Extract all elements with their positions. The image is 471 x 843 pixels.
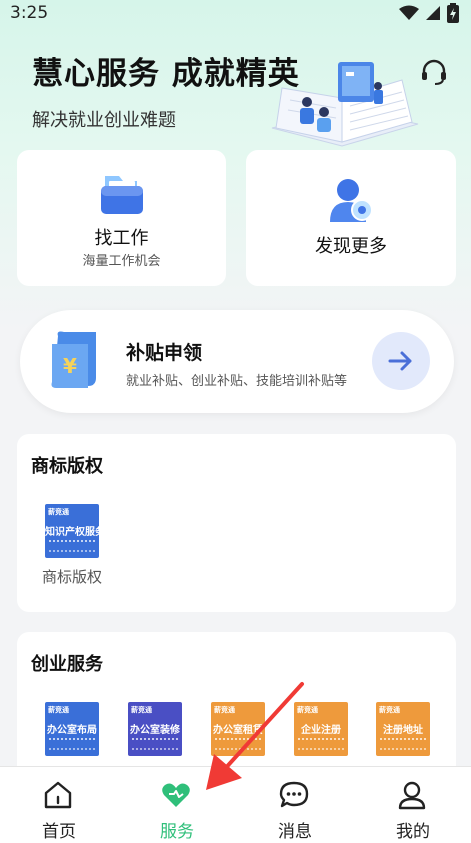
find-job-card[interactable]: 找工作 海量工作机会 bbox=[17, 150, 226, 286]
user-icon bbox=[398, 781, 426, 810]
tab-home-label: 首页 bbox=[42, 822, 76, 842]
chat-icon bbox=[279, 781, 309, 808]
trademark-section: 商标版权 薪竞通 知识产权服务 商标版权 bbox=[17, 434, 456, 612]
ip-service-thumbnail[interactable]: 薪竞通 知识产权服务 bbox=[45, 504, 99, 558]
status-time: 3:25 bbox=[10, 3, 49, 23]
battery-icon bbox=[447, 3, 459, 23]
discover-more-label: 发现更多 bbox=[315, 236, 387, 257]
status-icons bbox=[399, 3, 459, 23]
folder-icon bbox=[101, 176, 143, 214]
tab-profile-label: 我的 bbox=[396, 822, 430, 842]
status-bar: 3:25 bbox=[0, 0, 471, 26]
hero-title: 慧心服务 成就精英 bbox=[32, 56, 300, 92]
startup-section-title: 创业服务 bbox=[31, 654, 103, 675]
tab-home[interactable]: 首页 bbox=[0, 767, 118, 843]
tab-service-label: 服务 bbox=[160, 822, 194, 842]
hero-subtitle: 解决就业创业难题 bbox=[32, 110, 176, 131]
tab-profile[interactable]: 我的 bbox=[354, 767, 471, 843]
heart-icon bbox=[162, 783, 190, 807]
subsidy-go-button[interactable] bbox=[372, 332, 430, 390]
find-job-label: 找工作 bbox=[94, 228, 149, 249]
tab-messages-label: 消息 bbox=[278, 822, 312, 842]
signal-icon bbox=[426, 6, 440, 20]
tab-service[interactable]: 服务 bbox=[118, 767, 236, 843]
office-layout-thumbnail[interactable]: 薪竞通 办公室布局 bbox=[45, 702, 99, 756]
headset-icon[interactable] bbox=[420, 58, 448, 86]
subsidy-banner[interactable]: ¥ 补贴申领 就业补贴、创业补贴、技能培训补贴等 bbox=[20, 310, 454, 413]
office-rental-thumbnail[interactable]: 薪竞通 办公室租赁 bbox=[211, 702, 265, 756]
tab-messages[interactable]: 消息 bbox=[236, 767, 354, 843]
office-decoration-thumbnail[interactable]: 薪竞通 办公室装修 bbox=[128, 702, 182, 756]
user-profile-icon bbox=[330, 179, 373, 222]
bottom-tab-bar: 首页 服务 消息 我的 bbox=[0, 766, 471, 843]
discover-more-card[interactable]: 发现更多 bbox=[246, 150, 456, 286]
registered-address-thumbnail[interactable]: 薪竞通 注册地址 bbox=[376, 702, 430, 756]
trademark-item-label[interactable]: 商标版权 bbox=[42, 566, 102, 587]
svg-text:¥: ¥ bbox=[63, 354, 77, 378]
company-registration-thumbnail[interactable]: 薪竞通 企业注册 bbox=[294, 702, 348, 756]
subsidy-description: 就业补贴、创业补贴、技能培训补贴等 bbox=[126, 374, 348, 389]
subsidy-document-icon: ¥ bbox=[51, 331, 96, 388]
find-job-hint: 海量工作机会 bbox=[82, 254, 161, 269]
wifi-icon bbox=[399, 5, 419, 20]
book-illustration-icon bbox=[271, 62, 419, 147]
home-icon bbox=[44, 781, 72, 809]
trademark-section-title: 商标版权 bbox=[31, 456, 103, 477]
subsidy-title: 补贴申领 bbox=[126, 342, 203, 364]
arrow-right-icon bbox=[388, 351, 412, 371]
